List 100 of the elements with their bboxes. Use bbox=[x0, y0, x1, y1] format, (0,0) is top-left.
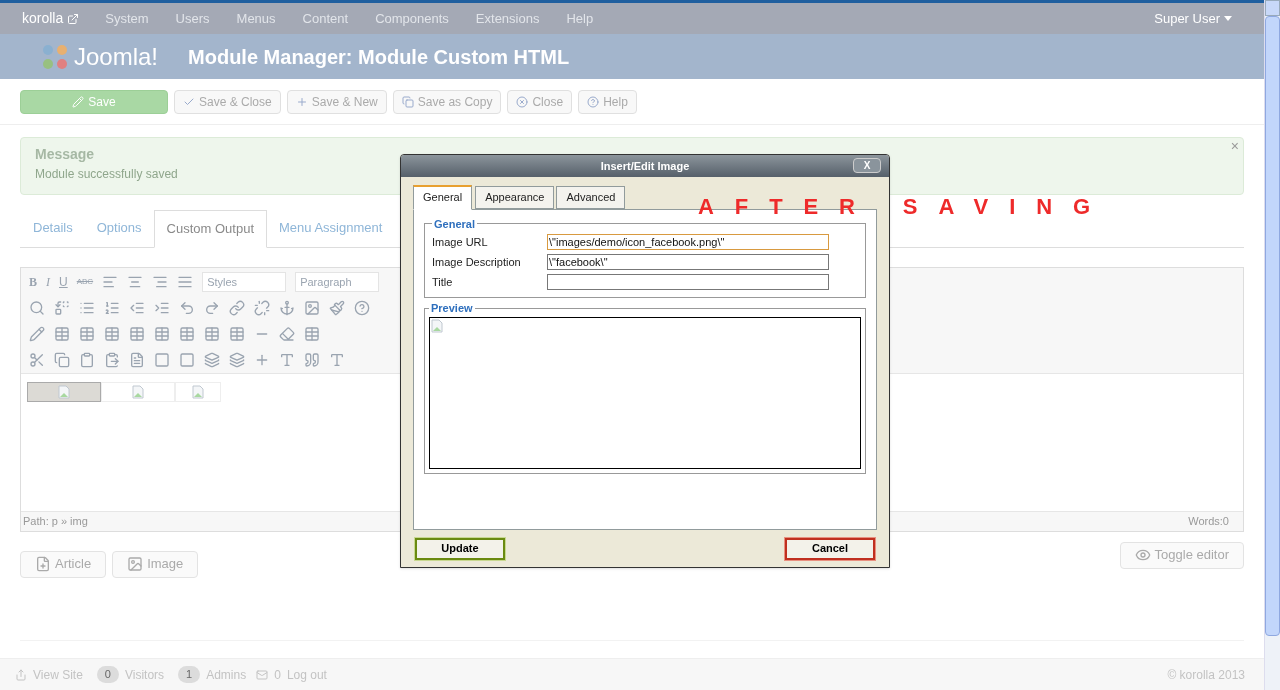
eraser-icon[interactable] bbox=[279, 325, 295, 342]
dialog-tab[interactable]: Advanced bbox=[556, 186, 626, 209]
scrollbar[interactable] bbox=[1264, 0, 1280, 690]
image-placeholder[interactable] bbox=[27, 381, 101, 402]
tab[interactable]: Menu Assignment bbox=[267, 210, 395, 247]
brush-icon[interactable] bbox=[329, 299, 345, 316]
toolbar-button[interactable]: Save & New bbox=[286, 89, 387, 114]
user-menu[interactable]: Super User bbox=[1154, 8, 1232, 29]
menu-item[interactable]: System bbox=[105, 8, 149, 29]
redo-icon[interactable] bbox=[204, 299, 220, 316]
broken-image-icon bbox=[132, 384, 144, 399]
anchor-icon[interactable] bbox=[279, 299, 295, 316]
copy-icon bbox=[401, 95, 414, 108]
format-button[interactable]: B bbox=[29, 272, 37, 291]
toolbar-button[interactable]: Save & Close bbox=[174, 89, 281, 114]
scissors-icon[interactable] bbox=[29, 351, 45, 368]
share-icon bbox=[15, 668, 27, 681]
help-icon[interactable] bbox=[354, 299, 370, 316]
mail-icon bbox=[256, 668, 269, 681]
element-path: Path: p » img bbox=[23, 513, 88, 529]
table-icon[interactable] bbox=[129, 325, 145, 342]
menu-item[interactable]: Help bbox=[566, 8, 594, 29]
unlink-icon[interactable] bbox=[254, 299, 270, 316]
clipboard-icon[interactable] bbox=[79, 351, 95, 368]
quote-icon[interactable] bbox=[304, 351, 320, 368]
toolbar-button[interactable]: Save as Copy bbox=[392, 89, 502, 114]
text-field[interactable]: \"images/demo/icon_facebook.png\" bbox=[547, 234, 829, 250]
field-label: Image URL bbox=[432, 234, 489, 250]
table-icon[interactable] bbox=[154, 325, 170, 342]
section-legend: General bbox=[432, 215, 477, 232]
copy-icon[interactable] bbox=[54, 351, 70, 368]
plus-icon bbox=[295, 95, 308, 108]
text-icon[interactable] bbox=[329, 351, 345, 368]
image-icon[interactable] bbox=[304, 299, 320, 316]
menu-item[interactable]: Components bbox=[375, 8, 449, 29]
menu-item[interactable]: Users bbox=[175, 8, 210, 29]
eye-icon bbox=[1134, 547, 1151, 563]
table-icon[interactable] bbox=[204, 325, 220, 342]
field-label: Title bbox=[432, 274, 454, 290]
count-badge: 0 bbox=[96, 666, 119, 683]
joomla-logo: Joomla! bbox=[40, 38, 159, 75]
page-title: Module Manager: Module Custom HTML bbox=[188, 44, 570, 70]
text-icon[interactable] bbox=[279, 351, 295, 368]
tab[interactable]: Details bbox=[21, 210, 85, 247]
close-icon bbox=[516, 95, 529, 108]
annotation-text: AFTER SAVING bbox=[698, 193, 1111, 221]
layers-icon[interactable] bbox=[229, 351, 245, 368]
section-legend: Preview bbox=[429, 300, 475, 317]
dialog-close-button[interactable]: X bbox=[853, 158, 881, 173]
table-icon[interactable] bbox=[79, 325, 95, 342]
format-button[interactable]: ABC bbox=[76, 275, 94, 288]
table-icon[interactable] bbox=[304, 325, 320, 342]
edit-icon[interactable] bbox=[29, 325, 45, 342]
format-button[interactable]: U bbox=[59, 272, 68, 291]
format-select[interactable]: Paragraph bbox=[295, 271, 380, 292]
toolbar-button[interactable]: Help bbox=[578, 89, 637, 114]
save-button[interactable]: Save bbox=[20, 89, 168, 114]
file-plus-icon bbox=[35, 556, 51, 572]
styles-select[interactable]: Styles bbox=[202, 271, 287, 292]
numbered-list-icon[interactable] bbox=[104, 299, 120, 316]
tab[interactable]: Options bbox=[84, 210, 154, 247]
editor-button[interactable]: Article bbox=[20, 550, 107, 578]
dialog-title: Insert/Edit Image bbox=[600, 158, 690, 174]
text-field[interactable] bbox=[547, 274, 829, 290]
field-label: Image Description bbox=[432, 254, 522, 270]
tab[interactable]: Custom Output bbox=[153, 210, 267, 248]
update-button[interactable]: Update bbox=[415, 537, 505, 560]
broken-image-icon bbox=[192, 384, 204, 399]
broken-image-icon bbox=[58, 384, 70, 399]
word-count: Words:0 bbox=[1188, 513, 1229, 529]
replace-icon[interactable] bbox=[54, 299, 70, 316]
message-text: Module successfully saved bbox=[35, 166, 178, 183]
dialog-tab[interactable]: Appearance bbox=[475, 186, 555, 209]
dialog-tab[interactable]: General bbox=[413, 185, 473, 210]
image-icon bbox=[127, 556, 144, 572]
caret-icon bbox=[1224, 16, 1232, 21]
menu-item[interactable]: Menus bbox=[236, 8, 276, 29]
toggle-editor-button[interactable]: Toggle editor bbox=[1119, 541, 1244, 569]
paste-icon[interactable] bbox=[104, 351, 120, 368]
toolbar-button[interactable]: Close bbox=[507, 89, 573, 114]
editor-button[interactable]: Image bbox=[112, 550, 199, 578]
external-link-icon bbox=[67, 12, 80, 25]
document-icon[interactable] bbox=[129, 351, 145, 368]
format-button[interactable]: I bbox=[46, 272, 50, 291]
help-icon bbox=[587, 95, 600, 108]
link-icon[interactable] bbox=[229, 299, 245, 316]
table-icon[interactable] bbox=[54, 325, 70, 342]
layers-icon[interactable] bbox=[204, 351, 220, 368]
table-icon[interactable] bbox=[229, 325, 245, 342]
search-icon[interactable] bbox=[29, 299, 45, 316]
undo-icon[interactable] bbox=[179, 299, 195, 316]
brand-link[interactable]: korolla bbox=[22, 8, 64, 29]
menu-item[interactable]: Extensions bbox=[475, 8, 540, 29]
dismiss-button[interactable]: × bbox=[1230, 136, 1239, 157]
cancel-button[interactable]: Cancel bbox=[785, 537, 875, 560]
text-field[interactable]: \"facebook\" bbox=[547, 254, 829, 270]
edit-icon bbox=[72, 95, 85, 108]
table-icon[interactable] bbox=[104, 325, 120, 342]
menu-item[interactable]: Content bbox=[302, 8, 349, 29]
table-icon[interactable] bbox=[179, 325, 195, 342]
